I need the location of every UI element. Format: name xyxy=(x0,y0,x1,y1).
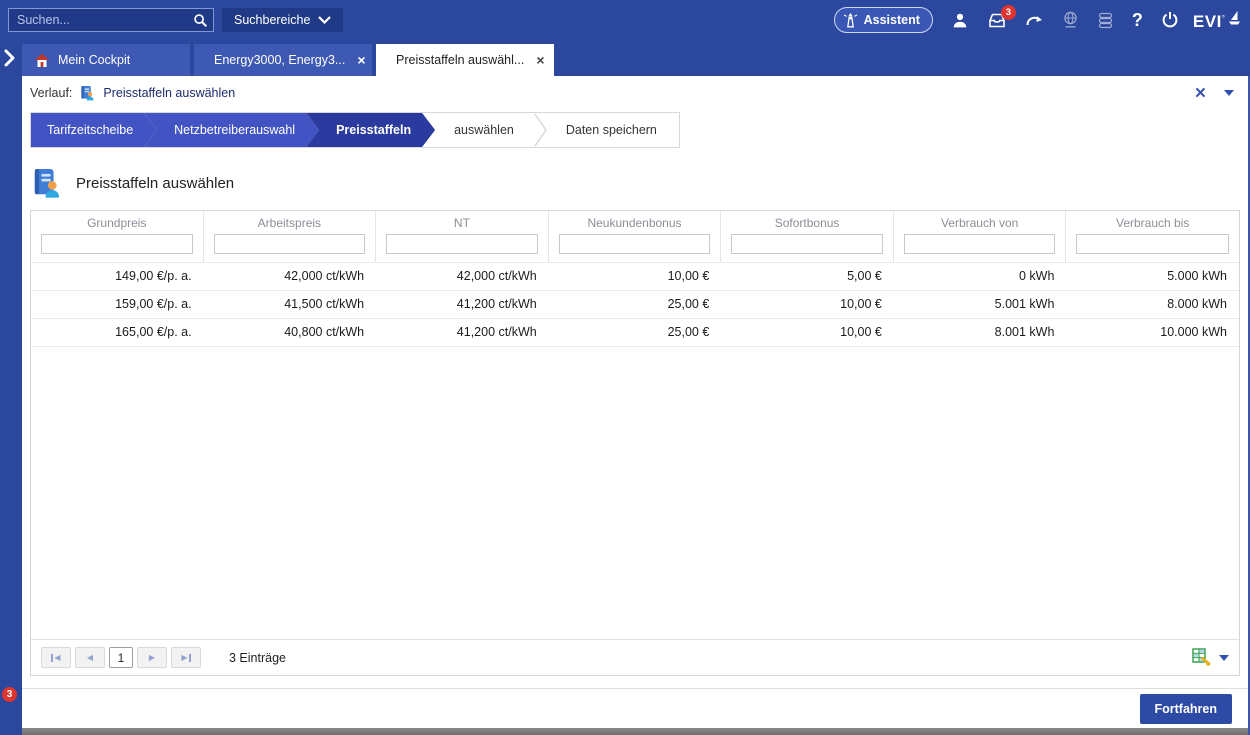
wizard-container: Tarifzeitscheibe Netzbetreiberauswahl Pr… xyxy=(30,112,1240,148)
history-item[interactable]: Preisstaffeln auswählen xyxy=(103,86,235,100)
wizard-step-auswaehlen[interactable]: auswählen xyxy=(422,113,534,147)
col-header-grundpreis: Grundpreis xyxy=(87,216,146,230)
history-bar: Verlauf: Preisstaffeln auswählen × xyxy=(22,76,1248,110)
next-page-button[interactable]: ▶ xyxy=(137,647,167,668)
sailboat-icon xyxy=(1227,9,1242,27)
person-doc-icon-large xyxy=(32,167,62,199)
assistant-label: Assistent xyxy=(864,13,920,27)
filter-input-verbrauch-bis[interactable] xyxy=(1076,234,1229,254)
logout-button[interactable] xyxy=(1161,11,1179,29)
lighthouse-icon xyxy=(843,12,858,29)
tab-energy3000[interactable]: Energy3000, Energy3... × xyxy=(194,44,372,76)
home-icon xyxy=(34,53,50,68)
history-dropdown-icon[interactable] xyxy=(1224,90,1234,96)
chevron-down-icon xyxy=(318,16,331,24)
search-scope-label: Suchbereiche xyxy=(234,13,310,27)
chevron-right-icon xyxy=(3,49,16,67)
first-page-button[interactable]: ◀ xyxy=(41,647,71,668)
main-row: Verlauf: Preisstaffeln auswählen × Tarif… xyxy=(0,76,1250,735)
tab-preisstaffeln[interactable]: Preisstaffeln auswähl... × xyxy=(376,44,554,76)
tab-strip: Mein Cockpit Energy3000, Energy3... × Pr… xyxy=(0,40,1250,76)
col-header-nt: NT xyxy=(454,216,470,230)
wizard-step-tarifzeitscheibe[interactable]: Tarifzeitscheibe xyxy=(31,113,157,147)
table-row[interactable]: 159,00 €/p. a. 41,500 ct/kWh 41,200 ct/k… xyxy=(31,290,1239,318)
col-header-neukundenbonus: Neukundenbonus xyxy=(587,216,681,230)
tab-label: Energy3000, Energy3... xyxy=(214,53,345,67)
power-icon xyxy=(1161,11,1179,29)
continue-button[interactable]: Fortfahren xyxy=(1140,694,1233,724)
col-header-sofortbonus: Sofortbonus xyxy=(775,216,840,230)
content-panel: Verlauf: Preisstaffeln auswählen × Tarif… xyxy=(22,76,1250,735)
inbox-badge: 3 xyxy=(1001,5,1016,20)
prev-page-button[interactable]: ◀ xyxy=(75,647,105,668)
col-header-verbrauch-bis: Verbrauch bis xyxy=(1116,216,1189,230)
topbar: Suchbereiche Assistent 3 xyxy=(0,0,1250,40)
action-footer: Fortfahren xyxy=(22,688,1248,728)
database-button[interactable] xyxy=(1097,12,1114,29)
database-icon xyxy=(1097,12,1114,29)
user-button[interactable] xyxy=(951,12,969,29)
table-row[interactable]: 149,00 €/p. a. 42,000 ct/kWh 42,000 ct/k… xyxy=(31,262,1239,290)
search-icon[interactable] xyxy=(187,13,213,28)
user-icon xyxy=(951,12,969,29)
filter-input-verbrauch-von[interactable] xyxy=(904,234,1056,254)
wizard-step-netzbetreiberauswahl[interactable]: Netzbetreiberauswahl xyxy=(144,113,319,147)
tab-mein-cockpit[interactable]: Mein Cockpit xyxy=(22,44,190,76)
sidebar-expand-button[interactable] xyxy=(3,49,16,70)
export-dropdown-icon[interactable] xyxy=(1219,655,1229,661)
filter-input-sofortbonus[interactable] xyxy=(731,234,883,254)
col-header-arbeitspreis: Arbeitspreis xyxy=(258,216,321,230)
tab-label: Mein Cockpit xyxy=(58,53,130,67)
notification-badge[interactable]: 3 xyxy=(2,687,17,702)
step-separator-chevron-icon xyxy=(534,113,548,147)
table-empty-area xyxy=(31,346,1239,639)
wizard-step-preisstaffeln[interactable]: Preisstaffeln xyxy=(306,113,435,147)
wizard-steps: Tarifzeitscheibe Netzbetreiberauswahl Pr… xyxy=(30,112,680,148)
filter-input-arbeitspreis[interactable] xyxy=(214,234,366,254)
last-page-button[interactable]: ▶ xyxy=(171,647,201,668)
pagination-bar: ◀ ◀ 1 ▶ ▶ 3 Einträge xyxy=(31,639,1239,675)
page-title-row: Preisstaffeln auswählen xyxy=(22,160,1248,206)
entries-count: 3 Einträge xyxy=(229,651,286,665)
search-box[interactable] xyxy=(8,8,214,32)
price-table: Grundpreis Arbeitspreis NT Neukundenbonu… xyxy=(30,210,1240,676)
search-input[interactable] xyxy=(9,13,187,27)
table-header: Grundpreis Arbeitspreis NT Neukundenbonu… xyxy=(31,211,1239,262)
person-doc-icon xyxy=(80,85,95,101)
redo-button[interactable] xyxy=(1025,13,1044,28)
export-menu[interactable] xyxy=(1192,648,1229,667)
globe-button[interactable] xyxy=(1062,11,1079,30)
collapsed-sidebar[interactable] xyxy=(0,76,22,735)
page-title: Preisstaffeln auswählen xyxy=(76,175,234,192)
filter-input-neukundenbonus[interactable] xyxy=(559,234,711,254)
export-excel-icon xyxy=(1192,648,1211,667)
wizard-step-daten-speichern[interactable]: Daten speichern xyxy=(548,113,679,147)
assistant-button[interactable]: Assistent xyxy=(834,7,933,33)
tab-close-icon[interactable]: × xyxy=(536,53,544,67)
close-workflow-icon[interactable]: × xyxy=(1195,84,1206,103)
globe-icon xyxy=(1062,11,1079,30)
help-button[interactable]: ? xyxy=(1132,10,1143,31)
table-row[interactable]: 165,00 €/p. a. 40,800 ct/kWh 41,200 ct/k… xyxy=(31,318,1239,346)
window-bottom-edge xyxy=(22,728,1248,735)
inbox-button[interactable]: 3 xyxy=(987,12,1007,29)
search-scope-button[interactable]: Suchbereiche xyxy=(222,8,343,32)
app-logo: EVI° xyxy=(1193,9,1242,32)
tab-label: Preisstaffeln auswähl... xyxy=(396,53,524,67)
logo-text: EVI xyxy=(1193,12,1222,32)
tab-close-icon[interactable]: × xyxy=(357,53,365,67)
redo-arrow-icon xyxy=(1025,13,1044,28)
filter-input-nt[interactable] xyxy=(386,234,538,254)
history-label: Verlauf: xyxy=(30,86,72,100)
logo-superscript: ° xyxy=(1222,14,1225,23)
current-page[interactable]: 1 xyxy=(109,647,133,668)
col-header-verbrauch-von: Verbrauch von xyxy=(941,216,1018,230)
filter-input-grundpreis[interactable] xyxy=(41,234,193,254)
